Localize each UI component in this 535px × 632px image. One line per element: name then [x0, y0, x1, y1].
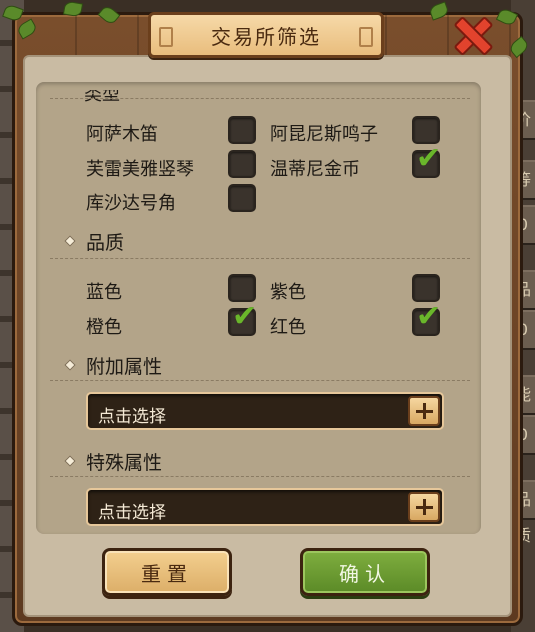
checkbox-blue[interactable] — [228, 274, 256, 302]
divider — [50, 380, 470, 381]
section-quality-title: 品质 — [86, 232, 125, 254]
close-icon[interactable] — [452, 14, 490, 52]
confirm-button-label: 确认 — [339, 561, 391, 586]
section-special-attr-title: 特殊属性 — [86, 452, 163, 474]
filter-label: 橙色 — [86, 317, 122, 338]
plus-icon[interactable] — [408, 492, 440, 522]
checkbox-kushada-horn[interactable] — [228, 184, 256, 212]
filter-label: 红色 — [270, 317, 306, 338]
checkbox-undine-coin[interactable]: ✔ — [412, 144, 441, 178]
divider — [50, 98, 470, 99]
select-placeholder: 点击选择 — [98, 407, 166, 427]
checkmark-icon: ✔ — [232, 299, 258, 334]
checkbox-purple[interactable] — [412, 274, 440, 302]
filter-label: 阿昆尼斯鸣子 — [270, 124, 378, 145]
section-bullet-icon — [64, 359, 76, 371]
checkbox-orange[interactable]: ✔ — [228, 302, 257, 336]
filter-label: 紫色 — [270, 282, 306, 303]
section-bullet-icon — [64, 235, 76, 247]
reset-button[interactable]: 重置 — [102, 548, 232, 596]
filter-panel[interactable]: 类型 阿萨木笛 阿昆尼斯鸣子 芙雷美雅竖琴 温蒂尼金币 ✔ 库沙达号角 品质 蓝… — [36, 82, 481, 534]
dialog-title: 交易所筛选 — [211, 24, 321, 49]
checkbox-fuleimeiya-harp[interactable] — [228, 150, 256, 178]
section-extra-attr-title: 附加属性 — [86, 356, 163, 378]
special-attr-select[interactable]: 点击选择 — [86, 488, 444, 526]
filter-label: 温蒂尼金币 — [270, 159, 360, 180]
section-type-title: 类型 — [84, 84, 120, 105]
filter-label: 库沙达号角 — [86, 193, 176, 214]
checkbox-red[interactable]: ✔ — [412, 302, 441, 336]
checkmark-icon: ✔ — [416, 299, 442, 334]
extra-attr-select[interactable]: 点击选择 — [86, 392, 444, 430]
select-placeholder: 点击选择 — [98, 503, 166, 523]
filter-label: 蓝色 — [86, 282, 122, 303]
filter-label: 阿萨木笛 — [86, 124, 158, 145]
confirm-button[interactable]: 确认 — [300, 548, 430, 596]
reset-button-label: 重置 — [141, 561, 193, 586]
filter-label: 芙雷美雅竖琴 — [86, 159, 194, 180]
checkbox-asamu-flute[interactable] — [228, 116, 256, 144]
section-bullet-icon — [64, 455, 76, 467]
dialog-title-plaque: 交易所筛选 — [148, 12, 384, 58]
plus-icon[interactable] — [408, 396, 440, 426]
checkbox-akunis-clapper[interactable] — [412, 116, 440, 144]
divider — [50, 476, 470, 477]
divider — [50, 258, 470, 259]
checkmark-icon: ✔ — [416, 141, 442, 176]
